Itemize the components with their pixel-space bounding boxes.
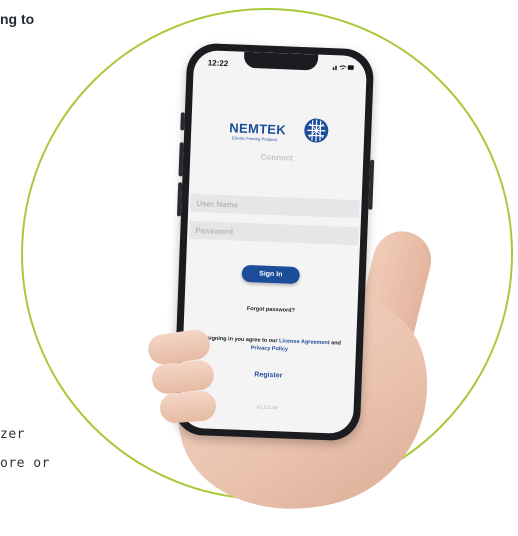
agreement-and: and (331, 340, 342, 347)
privacy-policy-link[interactable]: Privacy Policy (251, 345, 289, 352)
hand-finger-3 (159, 390, 217, 424)
brand-tagline: Electric Fencing Products (231, 135, 278, 143)
signal-wifi-battery-icon (332, 65, 354, 71)
username-input[interactable] (190, 193, 360, 219)
nemtek-logo: NEMTEK Electric Fencing Products (229, 114, 340, 152)
body-text-line-2: ore or (0, 456, 50, 471)
agreement-text: By signing in you agree to our License A… (193, 334, 347, 356)
phone-side-button (180, 112, 185, 131)
agreement-prefix: By signing in you agree to our (198, 335, 278, 345)
sign-in-button[interactable]: Sign In (241, 264, 301, 285)
password-input[interactable] (189, 220, 359, 246)
status-icons (332, 63, 355, 73)
nemtek-globe-icon (304, 118, 329, 143)
forgot-password-link[interactable]: Forgot password? (184, 304, 357, 317)
status-bar: 12:22 (193, 50, 367, 79)
body-text-line-1: zer (0, 427, 25, 442)
phone-volume-up-button (178, 142, 184, 177)
license-agreement-link[interactable]: License Agreement (279, 338, 330, 346)
phone-notch (243, 51, 318, 71)
heading-fragment: ng to (0, 11, 35, 27)
status-time: 12:22 (207, 58, 229, 69)
phone-volume-down-button (176, 182, 183, 217)
